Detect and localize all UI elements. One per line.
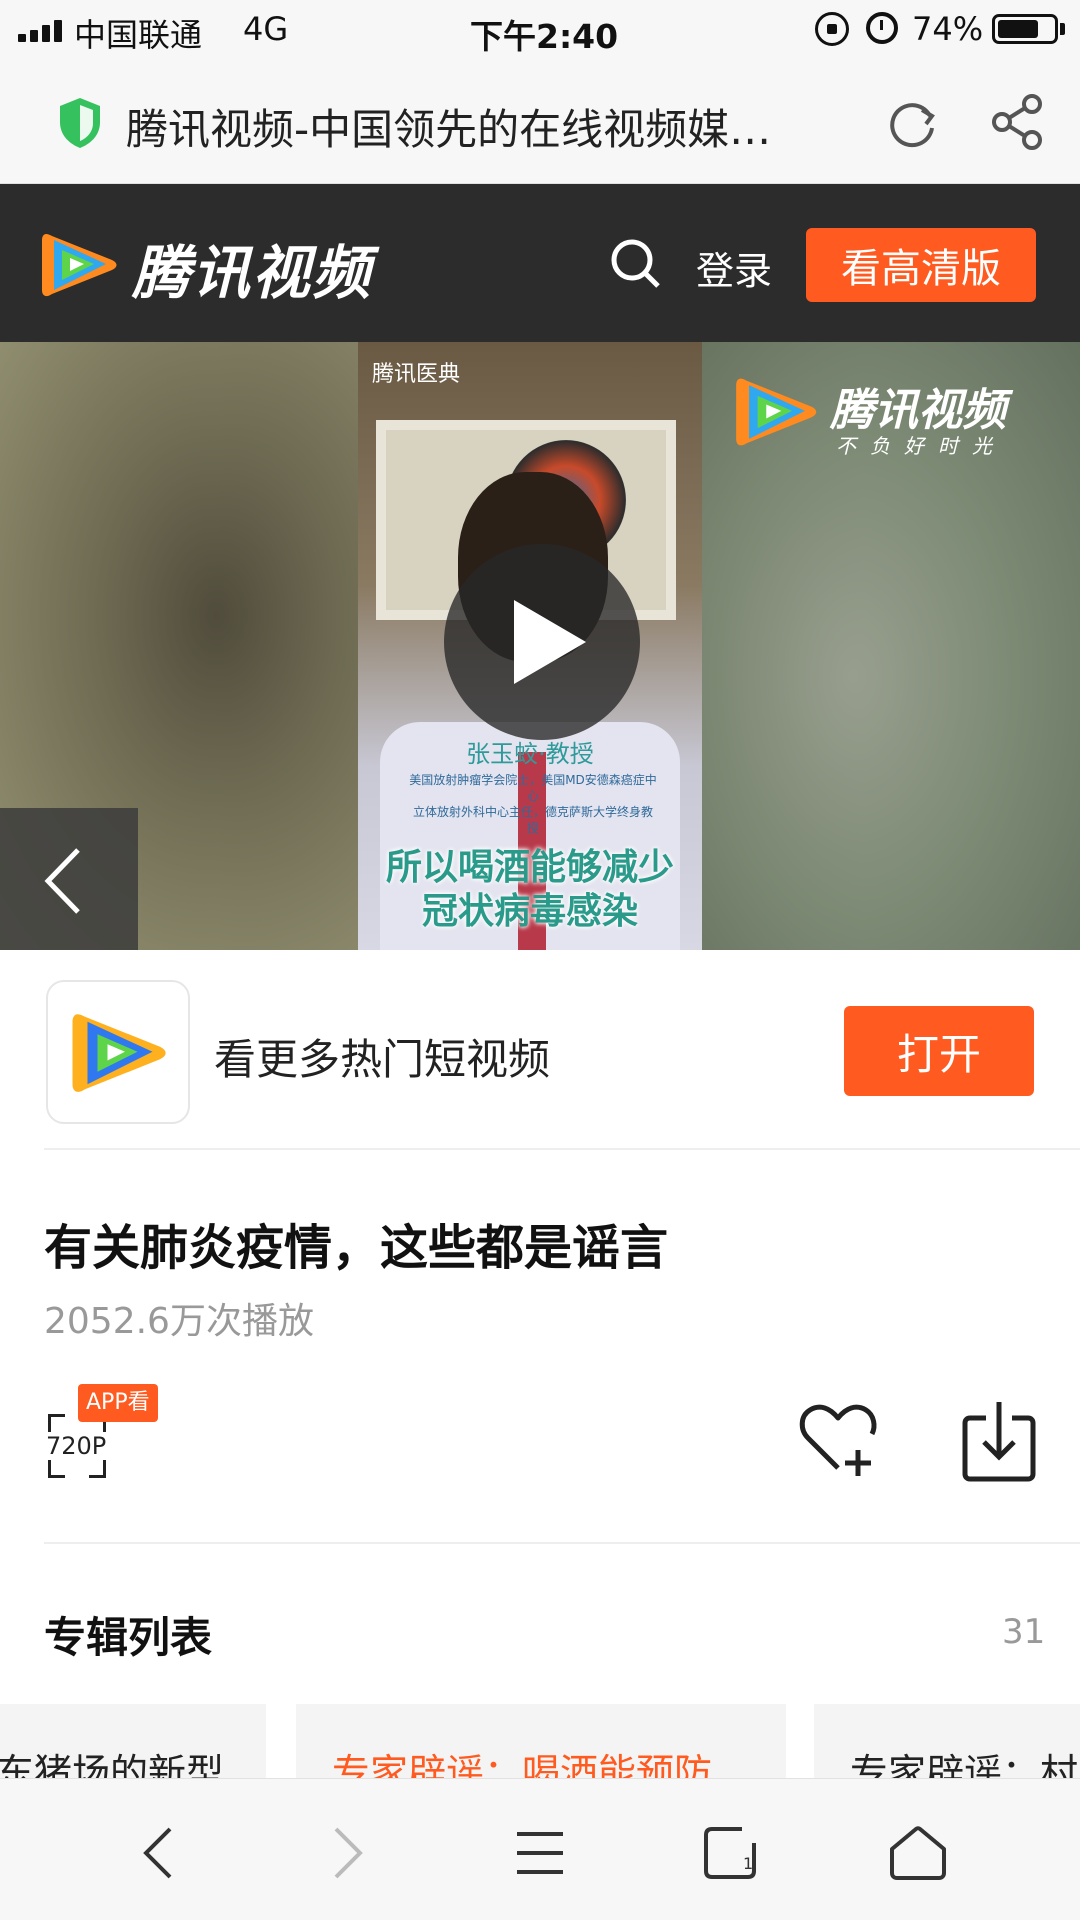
- reload-icon[interactable]: [886, 98, 940, 152]
- forward-arrow-icon: [334, 1827, 363, 1879]
- site-header: 腾讯视频 登录 看高清版: [0, 184, 1080, 342]
- clinic-logo: 腾讯医典: [372, 362, 461, 387]
- tencent-video-app-icon: [72, 1014, 166, 1092]
- status-bar: 中国联通 4G 下午2:40 74%: [0, 0, 1080, 60]
- alarm-icon: [866, 12, 898, 44]
- app-promo-banner: 看更多热门短视频 打开: [0, 950, 1080, 1150]
- favorite-add-icon[interactable]: [798, 1402, 878, 1478]
- play-count: 2052.6万次播放: [44, 1301, 314, 1342]
- svg-text:1: 1: [743, 1854, 753, 1873]
- album-card[interactable]: 专家辟谣：村: [814, 1704, 1080, 1780]
- doctor-title-line-1: 美国放射肿瘤学会院士，美国MD安德森癌症中心: [409, 773, 657, 803]
- battery-percent: 74%: [912, 10, 984, 48]
- play-button[interactable]: [444, 544, 640, 740]
- album-card-title: 专家辟谣：村: [850, 1751, 1079, 1780]
- doctor-title-line-2: 立体放射外科中心主任，德克萨斯大学终身教授: [412, 805, 653, 835]
- video-caption-line-2: 冠状病毒感染: [421, 891, 638, 932]
- chevron-left-icon: [44, 848, 80, 914]
- tencent-video-logo-icon[interactable]: [40, 230, 120, 300]
- album-card[interactable]: 东猪场的新型: [0, 1704, 266, 1780]
- signal-strength-icon: [18, 20, 66, 42]
- promo-text: 看更多热门短视频: [214, 1035, 551, 1084]
- quality-selector[interactable]: 720P APP看: [46, 1384, 176, 1484]
- page-title[interactable]: 腾讯视频-中国领先的在线视频媒…: [126, 96, 856, 157]
- network-type: 4G: [243, 10, 289, 48]
- forward-button[interactable]: [298, 1803, 398, 1903]
- album-card-title: 专家辟谣：喝酒能预防: [332, 1751, 713, 1780]
- hd-version-button[interactable]: 看高清版: [806, 228, 1036, 302]
- battery-icon: [992, 14, 1058, 44]
- back-button[interactable]: [108, 1803, 208, 1903]
- browser-address-bar: 腾讯视频-中国领先的在线视频媒…: [0, 60, 1080, 184]
- download-icon[interactable]: [962, 1400, 1036, 1482]
- album-count[interactable]: 31: [1002, 1612, 1045, 1652]
- back-arrow-icon: [143, 1827, 172, 1879]
- divider: [44, 1542, 1080, 1544]
- home-icon: [890, 1826, 946, 1880]
- watermark-slogan: 不负好时光: [836, 434, 1006, 458]
- quality-label: 720P: [46, 1432, 107, 1460]
- doctor-title: 美国放射肿瘤学会院士，美国MD安德森癌症中心 立体放射外科中心主任，德克萨斯大学…: [408, 772, 658, 836]
- menu-button[interactable]: [490, 1803, 590, 1903]
- video-title: 有关肺炎疫情，这些都是谣言: [44, 1220, 669, 1276]
- app-watch-badge: APP看: [78, 1384, 158, 1422]
- tabs-button[interactable]: 1: [680, 1803, 780, 1903]
- tabs-icon: 1: [704, 1827, 756, 1879]
- login-link[interactable]: 登录: [696, 240, 772, 295]
- watermark-logo-icon: [736, 378, 817, 446]
- status-time: 下午2:40: [470, 17, 619, 56]
- app-icon[interactable]: [46, 980, 190, 1124]
- menu-icon: [517, 1832, 563, 1874]
- home-button[interactable]: [868, 1803, 968, 1903]
- battery-level-fill: [998, 20, 1038, 38]
- album-card-title: 东猪场的新型: [0, 1751, 225, 1780]
- share-icon[interactable]: [990, 92, 1046, 152]
- video-back-button[interactable]: [0, 808, 138, 958]
- battery-tip: [1060, 23, 1065, 35]
- divider: [44, 1148, 1080, 1150]
- album-list-title: 专辑列表: [44, 1613, 213, 1662]
- rotation-lock-icon: [815, 12, 849, 46]
- search-icon[interactable]: [608, 236, 662, 290]
- open-app-button[interactable]: 打开: [844, 1006, 1034, 1096]
- watermark-text: 腾讯视频: [830, 385, 1006, 436]
- carrier-name: 中国联通: [74, 16, 203, 54]
- security-shield-icon: [60, 98, 100, 148]
- logo-text[interactable]: 腾讯视频: [132, 226, 372, 310]
- browser-toolbar: 1: [0, 1778, 1080, 1920]
- album-card[interactable]: 专家辟谣：喝酒能预防: [296, 1704, 786, 1780]
